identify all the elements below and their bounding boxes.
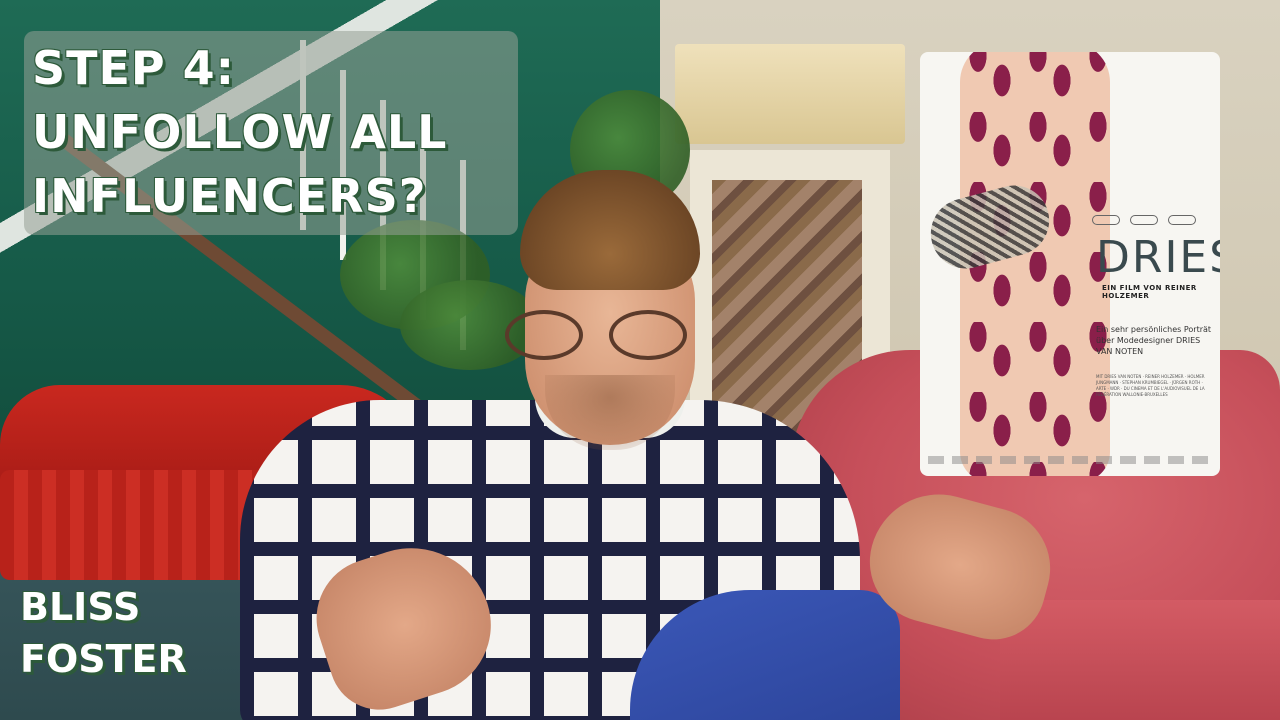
festival-badges [1092,215,1212,227]
poster-title: DRIES [1096,232,1220,283]
poster-credits: MIT DRIES VAN NOTEN · REINER HOLZEMER · … [1096,374,1205,397]
festival-badge [1130,215,1158,225]
channel-name-line-2: FOSTER [20,637,187,681]
title-line-3: INFLUENCERS? [32,169,427,223]
poster-logo-strip [928,456,1212,464]
title-line-2: UNFOLLOW ALL [32,105,448,159]
mantel [675,44,905,144]
hair [520,170,700,290]
title-line-1: STEP 4: [32,41,236,95]
channel-name-line-1: BLISS [20,585,141,629]
glasses [505,310,705,360]
movie-poster: DRIES EIN FILM VON REINER HOLZEMER Ein s… [920,52,1220,476]
festival-badge [1168,215,1196,225]
glasses-lens-right [609,310,687,360]
glasses-lens-left [505,310,583,360]
poster-subtitle: EIN FILM VON REINER HOLZEMER [1102,284,1197,300]
festival-badge [1092,215,1120,225]
poster-description: Ein sehr persönliches Porträt über Moded… [1096,325,1212,356]
